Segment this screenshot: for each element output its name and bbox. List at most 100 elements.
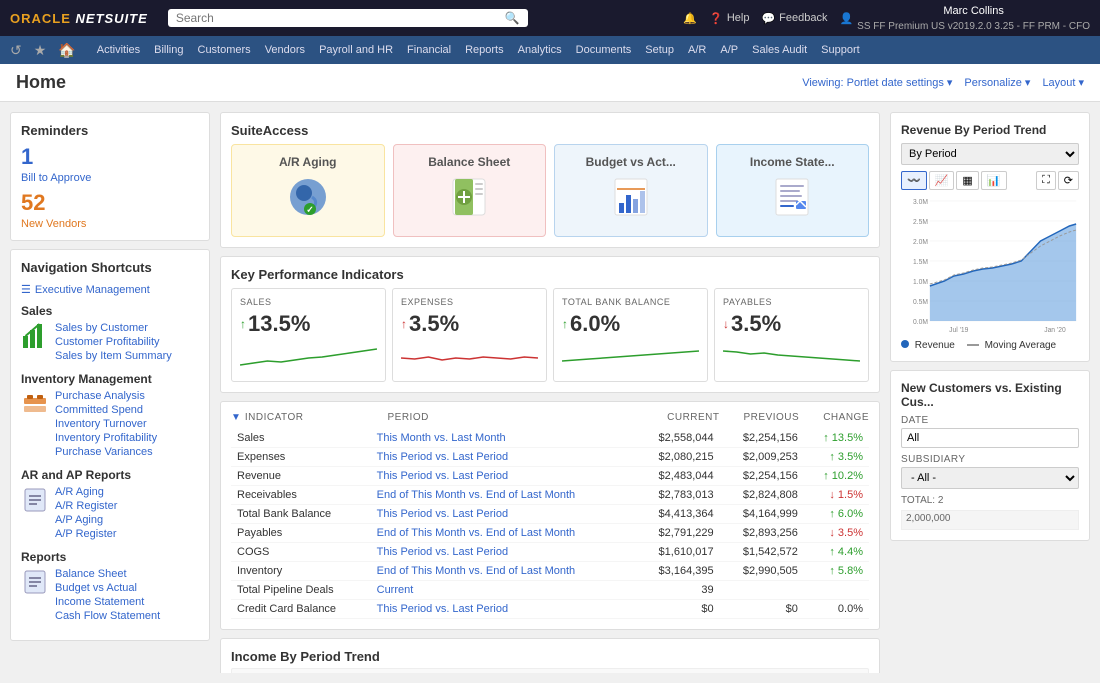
cash-flow-link[interactable]: Cash Flow Statement xyxy=(55,610,160,622)
nav-item-financial[interactable]: Financial xyxy=(400,40,458,60)
sales-by-customer-link[interactable]: Sales by Customer xyxy=(55,322,172,334)
menu-icon: ☰ xyxy=(21,283,31,296)
subsidiary-label: SUBSIDIARY xyxy=(901,454,1079,465)
reports-section-title: Reports xyxy=(21,550,199,564)
notifications-icon[interactable]: 🔔 xyxy=(683,12,697,25)
kpi-payables-value: 3.5% xyxy=(731,311,781,337)
nav-item-customers[interactable]: Customers xyxy=(191,40,258,60)
subsidiary-select[interactable]: - All - xyxy=(901,467,1079,489)
nav-item-vendors[interactable]: Vendors xyxy=(258,40,312,60)
revenue-period-select[interactable]: By Period By Month By Quarter xyxy=(901,143,1079,165)
inventory-icon xyxy=(21,390,49,418)
top-right: 🔔 ❓ Help 💬 Feedback 👤 Marc Collins SS FF… xyxy=(683,5,1090,32)
date-input[interactable] xyxy=(901,428,1079,448)
suite-tile-income[interactable]: Income State... xyxy=(716,144,870,237)
personalize-button[interactable]: Personalize ▾ xyxy=(964,76,1030,89)
kpi-bank-arrow: ↑ xyxy=(562,317,568,331)
nav-item-activities[interactable]: Activities xyxy=(90,40,147,60)
purchase-analysis-link[interactable]: Purchase Analysis xyxy=(55,390,157,402)
kpi-expenses: EXPENSES ↑ 3.5% xyxy=(392,288,547,382)
period-cell[interactable]: Current xyxy=(371,581,636,600)
indicator-cell: Receivables xyxy=(231,486,371,505)
search-input[interactable] xyxy=(176,11,505,25)
nav-item-ar[interactable]: A/R xyxy=(681,40,713,60)
previous-cell: $1,542,572 xyxy=(720,543,804,562)
period-cell[interactable]: This Period vs. Last Period xyxy=(371,448,636,467)
customer-profitability-link[interactable]: Customer Profitability xyxy=(55,336,172,348)
period-cell[interactable]: End of This Month vs. End of Last Month xyxy=(371,486,636,505)
period-cell[interactable]: This Period vs. Last Period xyxy=(371,543,636,562)
sales-by-item-link[interactable]: Sales by Item Summary xyxy=(55,350,172,362)
favorites-icon[interactable]: ★ xyxy=(30,40,51,61)
ap-aging-link[interactable]: A/P Aging xyxy=(55,514,117,526)
kpi-payables-label: PAYABLES xyxy=(723,297,860,307)
suite-tile-ar-aging[interactable]: A/R Aging ✓ xyxy=(231,144,385,237)
nav-item-documents[interactable]: Documents xyxy=(569,40,639,60)
date-label: DATE xyxy=(901,415,1079,426)
reports-links: Balance Sheet Budget vs Actual Income St… xyxy=(55,568,160,624)
suite-tile-budget[interactable]: Budget vs Act... xyxy=(554,144,708,237)
income-statement-link[interactable]: Income Statement xyxy=(55,596,160,608)
table-row: SalesThis Month vs. Last Month$2,558,044… xyxy=(231,429,869,448)
history-icon[interactable]: ↺ xyxy=(6,40,26,61)
previous-col-header: PREVIOUS xyxy=(744,412,800,423)
indicator-cell: Revenue xyxy=(231,467,371,486)
purchase-variances-link[interactable]: Purchase Variances xyxy=(55,446,157,458)
area-chart-btn[interactable]: 📈 xyxy=(929,171,955,190)
layout-button[interactable]: Layout ▾ xyxy=(1042,76,1084,89)
table-row: Credit Card BalanceThis Period vs. Last … xyxy=(231,600,869,619)
nav-item-analytics[interactable]: Analytics xyxy=(511,40,569,60)
committed-spend-link[interactable]: Committed Spend xyxy=(55,404,157,416)
period-cell[interactable]: End of This Month vs. End of Last Month xyxy=(371,524,636,543)
indicator-cell: COGS xyxy=(231,543,371,562)
ar-register-link[interactable]: A/R Register xyxy=(55,500,117,512)
home-icon[interactable]: 🏠 xyxy=(54,40,79,61)
change-cell xyxy=(804,581,869,600)
user-menu[interactable]: 👤 Marc Collins SS FF Premium US v2019.2.… xyxy=(839,5,1090,32)
period-cell[interactable]: This Period vs. Last Period xyxy=(371,600,636,619)
nav-item-payroll_and_hr[interactable]: Payroll and HR xyxy=(312,40,400,60)
reminder-label-1[interactable]: Bill to Approve xyxy=(21,172,199,184)
inventory-turnover-link[interactable]: Inventory Turnover xyxy=(55,418,157,430)
income-trend-card: Income By Period Trend xyxy=(220,638,880,673)
line-chart-btn[interactable]: 〰️ xyxy=(901,171,927,190)
nav-icons: ↺ ★ 🏠 xyxy=(6,40,80,61)
suite-access-card: SuiteAccess A/R Aging ✓ xyxy=(220,112,880,248)
inventory-profitability-link[interactable]: Inventory Profitability xyxy=(55,432,157,444)
period-cell[interactable]: This Month vs. Last Month xyxy=(371,429,636,448)
exec-management-link[interactable]: ☰ Executive Management xyxy=(21,283,199,296)
nav-item-setup[interactable]: Setup xyxy=(638,40,681,60)
nav-item-reports[interactable]: Reports xyxy=(458,40,511,60)
feedback-link[interactable]: 💬 Feedback xyxy=(761,12,827,25)
reminder-label-2[interactable]: New Vendors xyxy=(21,218,199,230)
change-col-header: CHANGE xyxy=(823,412,869,423)
nav-item-ap[interactable]: A/P xyxy=(713,40,745,60)
ar-aging-link[interactable]: A/R Aging xyxy=(55,486,117,498)
bar-chart-btn[interactable]: ▦ xyxy=(956,171,978,190)
balance-sheet-link[interactable]: Balance Sheet xyxy=(55,568,160,580)
previous-cell: $2,893,256 xyxy=(720,524,804,543)
table-row: RevenueThis Period vs. Last Period$2,483… xyxy=(231,467,869,486)
period-cell[interactable]: This Period vs. Last Period xyxy=(371,505,636,524)
kpi-expenses-value: 3.5% xyxy=(409,311,459,337)
kpi-sales-trend: ↑ 13.5% xyxy=(240,311,377,337)
nav-item-billing[interactable]: Billing xyxy=(147,40,190,60)
help-link[interactable]: ❓ Help xyxy=(709,12,749,25)
refresh-chart-btn[interactable]: ⟳ xyxy=(1058,171,1079,190)
suite-tile-balance-sheet[interactable]: Balance Sheet xyxy=(393,144,547,237)
previous-cell: $0 xyxy=(720,600,804,619)
filter-icon[interactable]: ▼ xyxy=(231,412,241,423)
period-cell[interactable]: End of This Month vs. End of Last Month xyxy=(371,562,636,581)
budget-vs-actual-link[interactable]: Budget vs Actual xyxy=(55,582,160,594)
change-cell: ↑ 13.5% xyxy=(804,429,869,448)
combo-chart-btn[interactable]: 📊 xyxy=(981,171,1007,190)
nav-item-sales_audit[interactable]: Sales Audit xyxy=(745,40,814,60)
expand-chart-btn[interactable]: ⛶ xyxy=(1036,171,1056,190)
search-bar[interactable]: 🔍 xyxy=(168,9,528,27)
viewing-settings[interactable]: Viewing: Portlet date settings ▾ xyxy=(802,76,952,89)
current-cell: $2,080,215 xyxy=(635,448,719,467)
previous-cell: $4,164,999 xyxy=(720,505,804,524)
ap-register-link[interactable]: A/P Register xyxy=(55,528,117,540)
nav-item-support[interactable]: Support xyxy=(814,40,867,60)
period-cell[interactable]: This Period vs. Last Period xyxy=(371,467,636,486)
